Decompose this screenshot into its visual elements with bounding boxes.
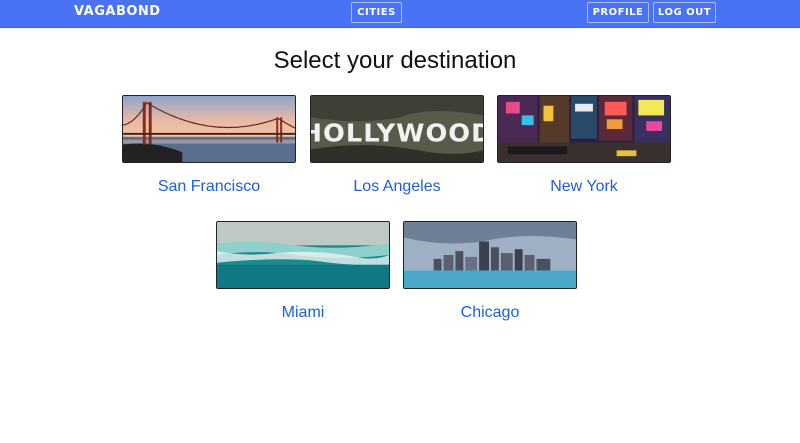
profile-button[interactable]: PROFILE (587, 2, 649, 23)
page-title: Select your destination (273, 47, 517, 74)
ocean-shoreline-image[interactable] (216, 221, 390, 289)
skyline-waterfront-image[interactable] (403, 221, 577, 289)
city-link-miami[interactable]: Miami (216, 304, 390, 322)
city-card-los-angeles[interactable]: HOLLYWOOD Los Angeles (310, 95, 484, 196)
city-card-chicago[interactable]: Chicago (403, 221, 577, 322)
navbar: VAGABOND CITIES PROFILE LOG OUT (0, 0, 800, 28)
hollywood-sign-image[interactable]: HOLLYWOOD (310, 95, 484, 163)
city-link-los-angeles[interactable]: Los Angeles (310, 178, 484, 196)
logout-button[interactable]: LOG OUT (653, 2, 716, 23)
city-link-chicago[interactable]: Chicago (403, 304, 577, 322)
city-link-new-york[interactable]: New York (497, 178, 671, 196)
city-card-new-york[interactable]: New York (497, 95, 671, 196)
city-card-miami[interactable]: Miami (216, 221, 390, 322)
cities-button[interactable]: CITIES (351, 2, 402, 23)
brand-logo[interactable]: VAGABOND (74, 4, 161, 19)
city-card-san-francisco[interactable]: San Francisco (122, 95, 296, 196)
city-link-san-francisco[interactable]: San Francisco (122, 178, 296, 196)
times-square-image[interactable] (497, 95, 671, 163)
svg-text:HOLLYWOOD: HOLLYWOOD (311, 119, 483, 149)
golden-gate-bridge-image[interactable] (122, 95, 296, 163)
